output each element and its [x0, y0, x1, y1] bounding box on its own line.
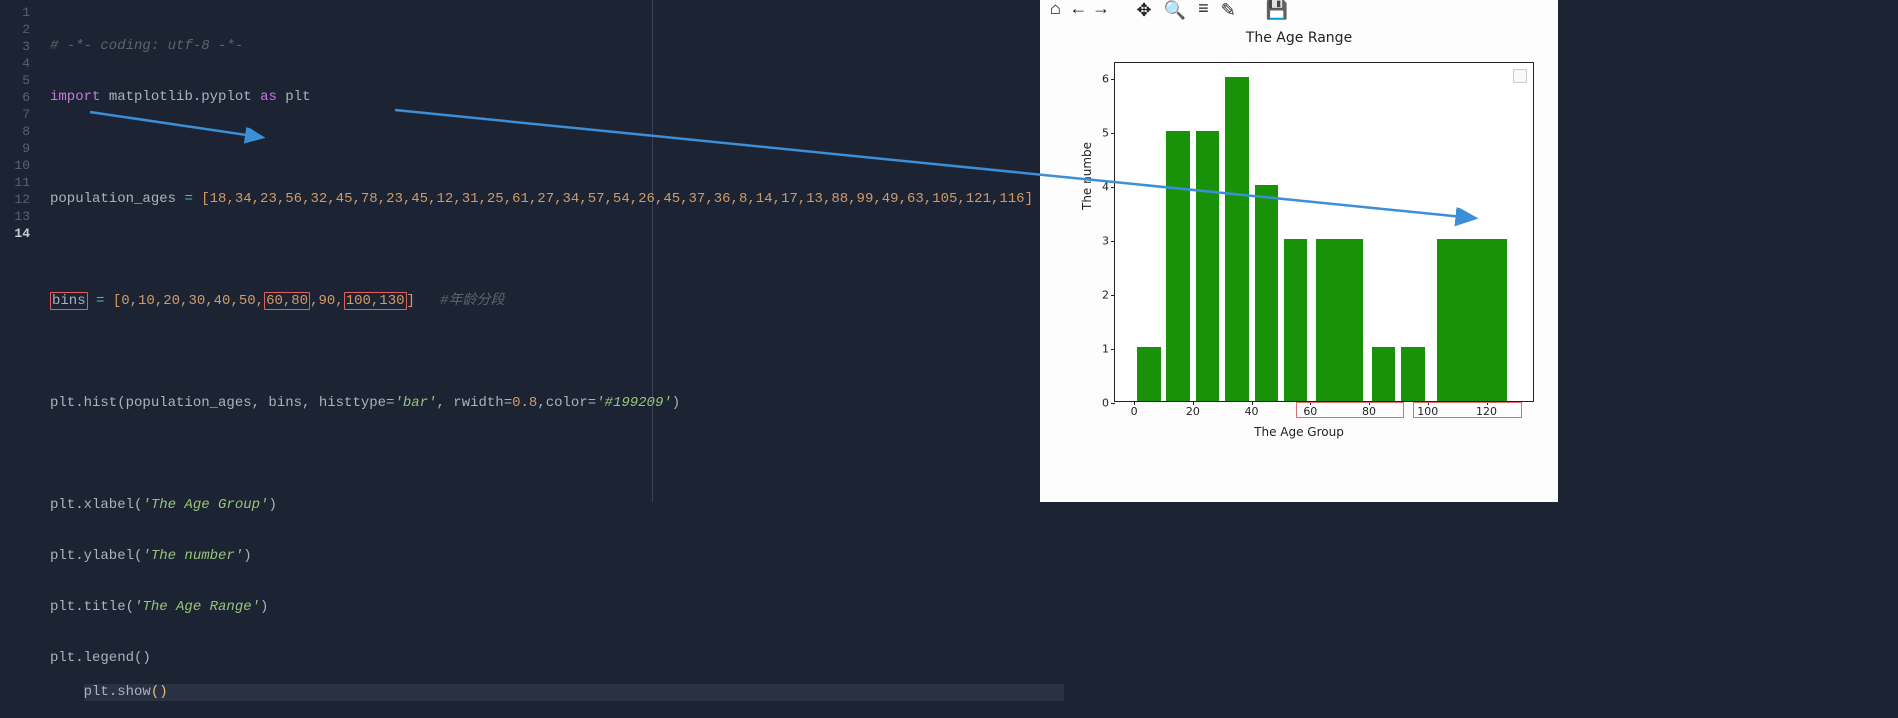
line-number: 14 — [0, 225, 30, 242]
histogram-bar — [1137, 347, 1160, 401]
paren-close: ) — [268, 497, 276, 513]
hist-mid2: ,color= — [537, 395, 596, 411]
str-ylabel: 'The number' — [142, 548, 243, 564]
y-tick-label: 0 — [1102, 397, 1109, 410]
alias: plt — [285, 89, 310, 105]
str-title: 'The Age Range' — [134, 599, 260, 615]
plt-show: plt.show — [84, 684, 151, 700]
code-comment: # -*- coding: utf-8 -*- — [50, 38, 243, 54]
line-number: 4 — [0, 55, 30, 72]
histogram-bar — [1196, 131, 1219, 401]
bins-pre: [0,10,20,30,40,50, — [113, 293, 264, 309]
code-area[interactable]: # -*- coding: utf-8 -*- import matplotli… — [50, 4, 1134, 718]
line-number: 13 — [0, 208, 30, 225]
line-number: 5 — [0, 72, 30, 89]
code-comment: #年龄分段 — [440, 293, 504, 309]
y-tick-label: 6 — [1102, 73, 1109, 86]
chart-canvas: The Age Range The numbe 0123456020406080… — [1040, 30, 1558, 480]
line-number: 12 — [0, 191, 30, 208]
x-tick-label: 20 — [1186, 405, 1200, 418]
highlight-bins-var: bins — [50, 292, 88, 310]
y-tick-label: 5 — [1102, 127, 1109, 140]
histogram-bar — [1284, 239, 1307, 401]
var-population: population_ages — [50, 191, 176, 207]
plt-title: plt.title( — [50, 599, 134, 615]
paren-close: ) — [672, 395, 680, 411]
histogram-bar — [1437, 239, 1507, 401]
show-parens: () — [151, 684, 168, 700]
highlight-bins-60-80: 60,80 — [264, 292, 310, 310]
save-icon[interactable]: 💾 — [1266, 0, 1288, 22]
str-bar: 'bar' — [394, 395, 436, 411]
edit-icon[interactable]: ✎ — [1221, 0, 1236, 22]
chart-xlabel: The Age Group — [1040, 425, 1558, 439]
x-axis-highlight-box — [1296, 402, 1405, 418]
line-number: 3 — [0, 38, 30, 55]
x-tick-label: 0 — [1131, 405, 1138, 418]
y-tick-label: 1 — [1102, 343, 1109, 356]
plt-ylabel: plt.ylabel( — [50, 548, 142, 564]
figure-toolbar: ⌂ ← → ✥ 🔍 ≡ ✎ 💾 — [1040, 0, 1558, 20]
histogram-bar — [1166, 131, 1189, 401]
line-number: 6 — [0, 89, 30, 106]
histogram-bar — [1316, 239, 1363, 401]
plt-xlabel: plt.xlabel( — [50, 497, 142, 513]
x-axis-highlight-box — [1413, 402, 1522, 418]
line-number-gutter: 1234567891011121314 — [0, 4, 40, 242]
var-bins: bins — [52, 293, 86, 309]
configure-icon[interactable]: ≡ — [1198, 0, 1209, 20]
y-tick-label: 2 — [1102, 289, 1109, 302]
plt-legend: plt.legend() — [50, 650, 151, 666]
matplotlib-figure-window: ⌂ ← → ✥ 🔍 ≡ ✎ 💾 The Age Range The numbe … — [1040, 0, 1558, 502]
num-rwidth: 0.8 — [512, 395, 537, 411]
line-number: 8 — [0, 123, 30, 140]
zoom-icon[interactable]: 🔍 — [1164, 0, 1186, 22]
y-tick-label: 4 — [1102, 181, 1109, 194]
plt-hist-call: plt.hist(population_ages, bins, histtype… — [50, 395, 394, 411]
population-list: [18,34,23,56,32,45,78,23,45,12,31,25,61,… — [201, 191, 1033, 207]
histogram-bar — [1255, 185, 1278, 401]
home-icon[interactable]: ⌂ — [1050, 0, 1061, 20]
back-icon[interactable]: ← — [1073, 0, 1084, 20]
histogram-bar — [1372, 347, 1395, 401]
str-xlabel: 'The Age Group' — [142, 497, 268, 513]
line-number: 2 — [0, 21, 30, 38]
forward-icon[interactable]: → — [1096, 0, 1107, 20]
bins-post: ] — [407, 293, 415, 309]
chart-title: The Age Range — [1040, 30, 1558, 46]
histogram-bar — [1225, 77, 1248, 401]
keyword-as: as — [260, 89, 277, 105]
paren-close: ) — [260, 599, 268, 615]
module-name: matplotlib.pyplot — [109, 89, 252, 105]
chart-axes: 0123456020406080100120 — [1114, 62, 1534, 402]
line-number: 11 — [0, 174, 30, 191]
legend-empty-box — [1513, 69, 1527, 83]
histogram-bar — [1401, 347, 1424, 401]
hist-mid: , rwidth= — [436, 395, 512, 411]
paren-close: ) — [243, 548, 251, 564]
line-number: 1 — [0, 4, 30, 21]
line-number: 10 — [0, 157, 30, 174]
str-color: '#199209' — [596, 395, 672, 411]
keyword-import: import — [50, 89, 100, 105]
pan-icon[interactable]: ✥ — [1136, 0, 1151, 22]
line-number: 7 — [0, 106, 30, 123]
y-tick-label: 3 — [1102, 235, 1109, 248]
highlight-bins-100-130: 100,130 — [344, 292, 407, 310]
x-tick-label: 40 — [1245, 405, 1259, 418]
bins-mid: ,90, — [310, 293, 344, 309]
code-editor[interactable]: 1234567891011121314 # -*- coding: utf-8 … — [0, 0, 1038, 502]
chart-ylabel: The numbe — [1080, 142, 1094, 210]
line-number: 9 — [0, 140, 30, 157]
